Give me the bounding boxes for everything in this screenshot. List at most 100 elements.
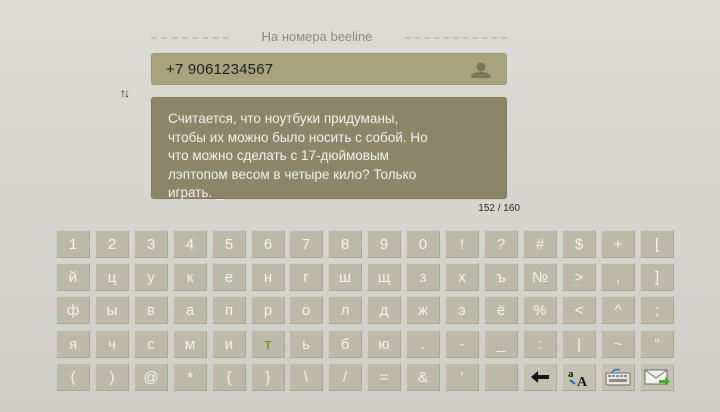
keyboard-key[interactable]: ^: [601, 296, 635, 324]
keyboard-key[interactable]: у: [134, 263, 168, 291]
keyboard-key[interactable]: л: [328, 296, 362, 324]
keyboard-key[interactable]: \: [289, 363, 323, 391]
keyboard-key[interactable]: в: [134, 296, 168, 324]
arrow-left-icon: [531, 371, 549, 383]
backspace-key[interactable]: [523, 363, 557, 391]
keyboard-key[interactable]: ф: [56, 296, 90, 324]
keyboard-key[interactable]: п: [212, 296, 246, 324]
keyboard-key[interactable]: =: [367, 363, 401, 391]
keyboard-key[interactable]: (: [56, 363, 90, 391]
contact-icon[interactable]: [468, 60, 494, 80]
keyboard-key[interactable]: т: [251, 330, 285, 358]
keyboard-key[interactable]: 2: [95, 230, 129, 258]
keyboard-key[interactable]: ?: [484, 230, 518, 258]
keyboard-key[interactable]: р: [251, 296, 285, 324]
keyboard-key[interactable]: д: [367, 296, 401, 324]
keyboard-layout-key[interactable]: [601, 363, 635, 391]
keyboard-key[interactable]: ]: [640, 263, 674, 291]
sms-compose-screen: На номера beeline +7 9061234567 ↑↓ Счита…: [0, 0, 720, 412]
keyboard-key[interactable]: ,: [601, 263, 635, 291]
keyboard-key[interactable]: ;: [640, 296, 674, 324]
phone-number-field[interactable]: +7 9061234567: [151, 53, 507, 85]
send-message-key[interactable]: [640, 363, 674, 391]
keyboard-key[interactable]: а: [173, 296, 207, 324]
keyboard-key[interactable]: ': [445, 363, 479, 391]
keyboard-key[interactable]: 9: [367, 230, 401, 258]
keyboard-key[interactable]: 6: [251, 230, 285, 258]
character-counter: 152 / 160: [478, 203, 520, 214]
message-textarea[interactable]: Считается, что ноутбуки придуманы, чтобы…: [151, 97, 507, 200]
keyboard-key[interactable]: к: [173, 263, 207, 291]
keyboard-key[interactable]: о: [289, 296, 323, 324]
keyboard-key[interactable]: ц: [95, 263, 129, 291]
message-line: Считается, что ноутбуки придуманы,: [168, 111, 399, 126]
keyboard-key[interactable]: 5: [212, 230, 246, 258]
keyboard-key[interactable]: ь: [289, 330, 323, 358]
keyboard-key[interactable]: ч: [95, 330, 129, 358]
keyboard-key[interactable]: _: [484, 330, 518, 358]
message-line: чтобы их можно было носить с собой. Но: [168, 129, 428, 145]
keyboard-key[interactable]: ж: [406, 296, 440, 324]
keyboard-key[interactable]: :: [523, 330, 557, 358]
page-title: На номера beeline: [261, 29, 373, 44]
keyboard-key[interactable]: б: [328, 330, 362, 358]
keyboard-key[interactable]: ю: [367, 330, 401, 358]
keyboard-key[interactable]: }: [251, 363, 285, 391]
keyboard-key[interactable]: е: [212, 263, 246, 291]
keyboard-key[interactable]: 1: [56, 230, 90, 258]
message-text: Считается, что ноутбуки придуманы, чтобы…: [168, 110, 488, 203]
keyboard-key[interactable]: й: [56, 263, 90, 291]
keyboard-key[interactable]: №: [523, 263, 557, 291]
keyboard-key[interactable]: 7: [289, 230, 323, 258]
keyboard-key[interactable]: з: [406, 263, 440, 291]
keyboard-key[interactable]: &: [406, 363, 440, 391]
keyboard-key[interactable]: х: [445, 263, 479, 291]
keyboard-key[interactable]: #: [523, 230, 557, 258]
header-divider-left: [151, 37, 229, 39]
keyboard-key[interactable]: |: [562, 330, 596, 358]
header-divider-right: [405, 37, 507, 39]
keyboard-key[interactable]: !: [445, 230, 479, 258]
keyboard-key[interactable]: <: [562, 296, 596, 324]
keyboard-key[interactable]: 0: [406, 230, 440, 258]
keyboard-key[interactable]: 4: [173, 230, 207, 258]
on-screen-keyboard: 1 2 3 4 5 6 7 8 9 0!? # $ +[ й ц у к е н г ш щ з х ъ № >,] ф ы в а п р о л…: [56, 230, 674, 392]
keyboard-key[interactable]: ы: [95, 296, 129, 324]
swap-direction-icon[interactable]: ↑↓: [120, 86, 142, 100]
keyboard-key[interactable]: .: [406, 330, 440, 358]
keyboard-key[interactable]: {: [212, 363, 246, 391]
keyboard-key[interactable]: ё: [484, 296, 518, 324]
keyboard-key[interactable]: ): [95, 363, 129, 391]
keyboard-key[interactable]: /: [328, 363, 362, 391]
svg-text:A: A: [577, 375, 588, 388]
keyboard-key[interactable]: г: [289, 263, 323, 291]
keyboard-key[interactable]: +: [601, 230, 635, 258]
keyboard-key[interactable]: ~: [601, 330, 635, 358]
keyboard-key[interactable]: э: [445, 296, 479, 324]
keyboard-key[interactable]: -: [445, 330, 479, 358]
keyboard-key[interactable]: >: [562, 263, 596, 291]
keyboard-key[interactable]: [: [640, 230, 674, 258]
keyboard-layout-icon: [605, 368, 631, 386]
keyboard-key[interactable]: м: [173, 330, 207, 358]
message-line: что можно сделать с 17-дюймовым: [168, 148, 389, 163]
message-line: играть. _: [168, 185, 224, 200]
keyboard-key[interactable]: 3: [134, 230, 168, 258]
keyboard-key[interactable]: с: [134, 330, 168, 358]
keyboard-key-space[interactable]: [484, 363, 518, 391]
case-toggle-key[interactable]: aA: [562, 363, 596, 391]
keyboard-key[interactable]: н: [251, 263, 285, 291]
keyboard-key[interactable]: @: [134, 363, 168, 391]
keyboard-key[interactable]: ъ: [484, 263, 518, 291]
keyboard-key[interactable]: %: [523, 296, 557, 324]
keyboard-key[interactable]: ": [640, 330, 674, 358]
send-message-icon: [644, 369, 670, 386]
keyboard-key[interactable]: 8: [328, 230, 362, 258]
keyboard-key[interactable]: $: [562, 230, 596, 258]
case-toggle-icon: aA: [568, 368, 588, 388]
keyboard-key[interactable]: и: [212, 330, 246, 358]
keyboard-key[interactable]: ш: [328, 263, 362, 291]
keyboard-key[interactable]: я: [56, 330, 90, 358]
keyboard-key[interactable]: щ: [367, 263, 401, 291]
keyboard-key[interactable]: *: [173, 363, 207, 391]
